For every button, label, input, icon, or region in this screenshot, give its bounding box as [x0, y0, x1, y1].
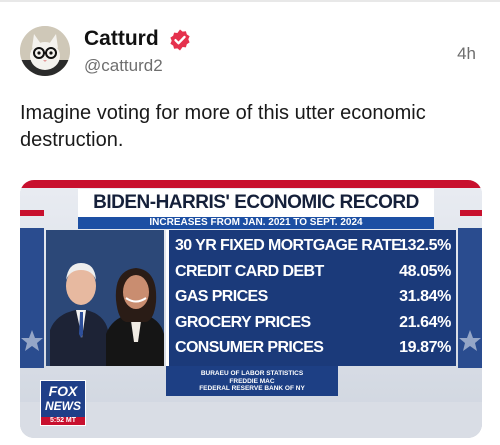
verified-badge-icon: [170, 29, 190, 51]
top-divider: [0, 0, 500, 2]
stat-row: GROCERY PRICES 21.64%: [175, 311, 451, 335]
stat-label: 30 YR FIXED MORTGAGE RATE: [175, 237, 402, 254]
fox-news-logo: FOX NEWS 5:52 MT: [40, 380, 86, 426]
author-name[interactable]: Catturd: [84, 27, 159, 51]
stat-label: GAS PRICES: [175, 288, 268, 305]
candidates-photo-illustration: [46, 230, 164, 366]
stat-row: CREDIT CARD DEBT 48.05%: [175, 260, 451, 284]
author-handle[interactable]: @catturd2: [84, 56, 163, 76]
stat-label: GROCERY PRICES: [175, 313, 311, 331]
stat-value: 19.87%: [399, 339, 451, 356]
graphic-title: BIDEN-HARRIS' ECONOMIC RECORD: [78, 189, 434, 217]
stat-value: 132.5%: [399, 237, 451, 254]
stat-label: CREDIT CARD DEBT: [175, 262, 324, 280]
logo-line-2: NEWS: [45, 399, 81, 413]
stat-row: GAS PRICES 31.84%: [175, 285, 451, 309]
post-timestamp[interactable]: 4h: [457, 44, 476, 64]
stat-row: 30 YR FIXED MORTGAGE RATE 132.5%: [175, 234, 451, 258]
author-avatar[interactable]: [20, 26, 70, 76]
source-line: FREDDIE MAC: [229, 377, 275, 385]
stat-value: 21.64%: [399, 313, 451, 331]
cat-avatar-icon: [20, 26, 70, 76]
sources-list: BURAEU OF LABOR STATISTICS FREDDIE MAC F…: [166, 370, 338, 393]
broadcast-time: 5:52 MT: [41, 417, 85, 425]
stat-label: CONSUMER PRICES: [175, 339, 324, 356]
source-line: BURAEU OF LABOR STATISTICS: [200, 370, 304, 377]
stat-value: 31.84%: [399, 288, 451, 305]
stats-panel: 30 YR FIXED MORTGAGE RATE 132.5% CREDIT CA…: [166, 230, 456, 366]
source-line: FEDERAL RESERVE BANK OF NY: [199, 385, 305, 392]
graphic-subtitle: INCREASES FROM JAN. 2021 TO SEPT. 2024: [78, 217, 434, 229]
candidates-photo: [46, 230, 164, 366]
stat-value: 48.05%: [399, 262, 451, 280]
post-text: Imagine voting for more of this utter ec…: [20, 102, 426, 151]
post-image[interactable]: BIDEN-HARRIS' ECONOMIC RECORD INCREASES …: [20, 180, 482, 438]
logo-line-1: FOX: [48, 383, 78, 399]
stat-row: CONSUMER PRICES 19.87%: [175, 336, 451, 360]
